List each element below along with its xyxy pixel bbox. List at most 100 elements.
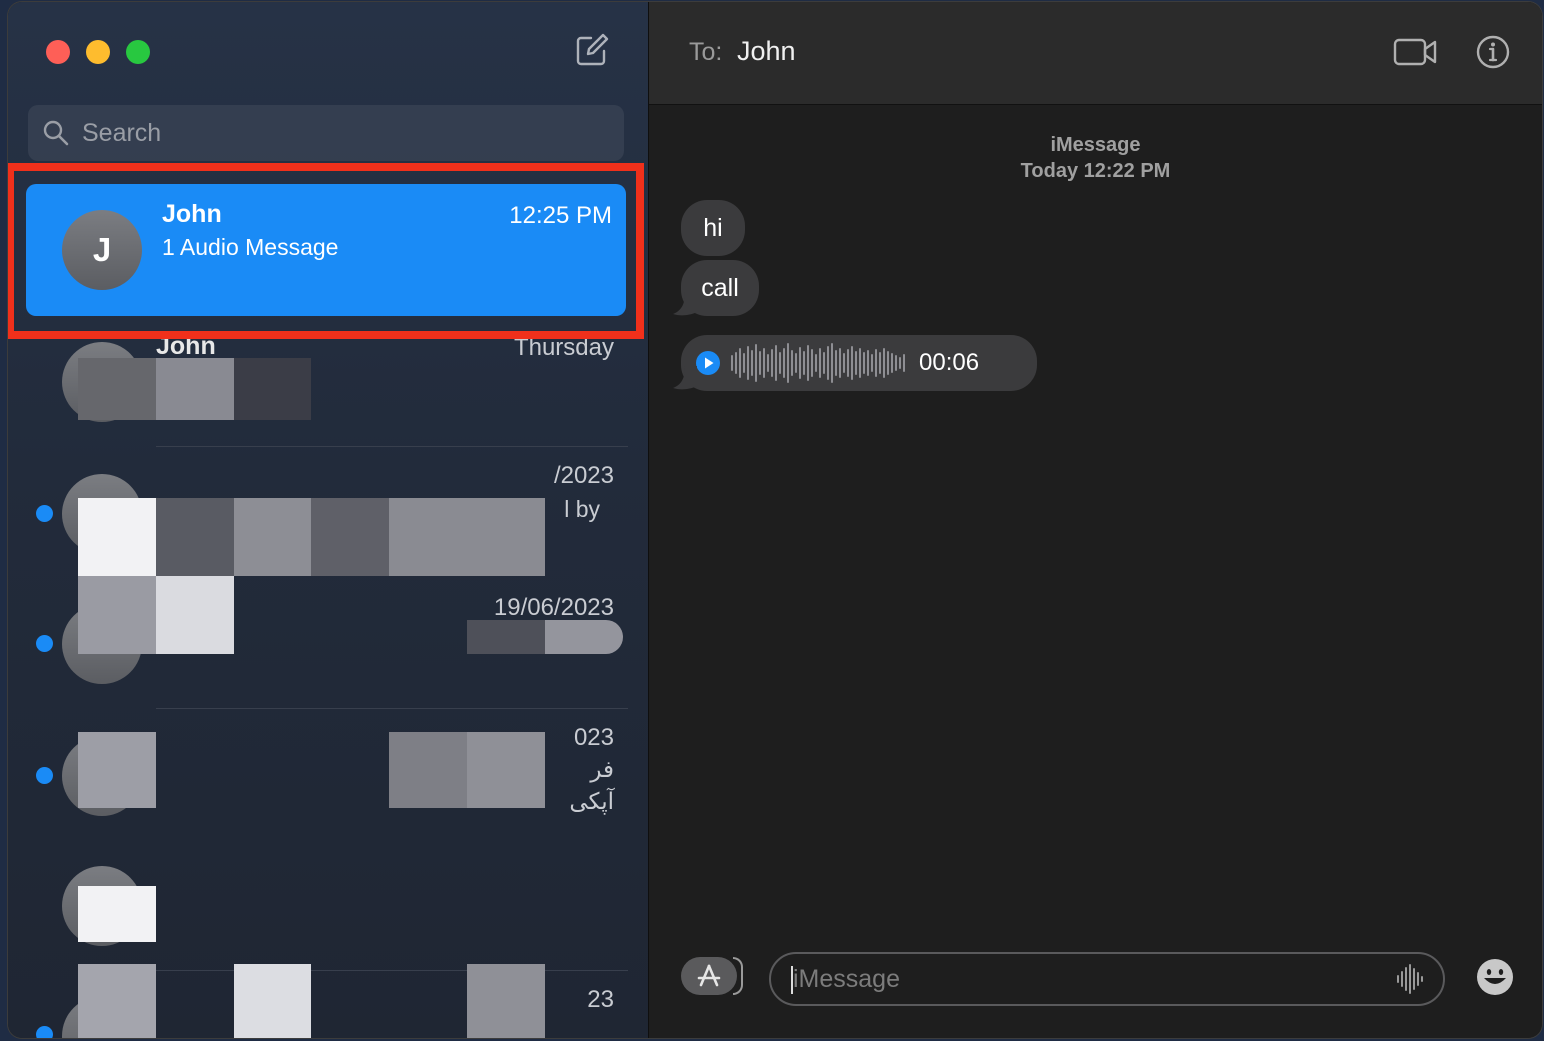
blurred-pixel xyxy=(78,732,156,808)
dictation-icon[interactable] xyxy=(1393,962,1427,996)
conversation-item[interactable]: 023 فر آپکی xyxy=(8,712,648,842)
waveform-bar xyxy=(803,351,805,375)
waveform-bar xyxy=(843,353,845,373)
waveform-bar xyxy=(903,354,905,372)
close-window-button[interactable] xyxy=(46,40,70,64)
waveform-bar xyxy=(735,352,737,374)
waveform-bar xyxy=(879,352,881,374)
blurred-pixel xyxy=(234,498,311,576)
bubble-tail xyxy=(673,292,697,316)
audio-waveform[interactable] xyxy=(731,343,907,383)
waveform-bar xyxy=(883,348,885,378)
recipient-name[interactable]: John xyxy=(737,36,796,67)
search-bar[interactable] xyxy=(28,105,624,161)
conversation-item[interactable]: 23 xyxy=(8,964,648,1038)
conversation-preview: آپکی xyxy=(569,788,614,814)
waveform-bar xyxy=(819,348,821,378)
conversation-preview: l by xyxy=(564,496,600,522)
conversation-time: /2023 xyxy=(553,462,614,489)
info-icon[interactable] xyxy=(1475,34,1511,70)
zoom-window-button[interactable] xyxy=(126,40,150,64)
conversation-timestamp: Today 12:22 PM xyxy=(1020,160,1171,182)
apps-button[interactable] xyxy=(681,957,737,995)
apps-button-edge xyxy=(733,957,743,995)
waveform-bar xyxy=(831,343,833,383)
waveform-bar xyxy=(795,353,797,373)
blurred-pixel xyxy=(234,964,311,1038)
conversation-item[interactable]: John Thursday xyxy=(8,322,648,452)
blurred-pixel xyxy=(78,886,156,942)
to-label: To: xyxy=(689,38,723,66)
waveform-bar xyxy=(755,344,757,382)
waveform-bar xyxy=(751,350,753,376)
waveform-bar xyxy=(875,349,877,377)
conversation-item-selected[interactable]: J John 12:25 PM 1 Audio Message xyxy=(26,184,626,316)
conversation-item[interactable]: /2023 l by xyxy=(8,450,648,580)
message-text: hi xyxy=(703,213,723,242)
blurred-pixel xyxy=(389,732,467,808)
waveform-bar xyxy=(871,354,873,372)
blurred-pixel xyxy=(78,576,156,654)
blurred-pixel xyxy=(545,620,623,654)
message-input[interactable] xyxy=(791,963,1393,995)
text-caret xyxy=(791,966,793,994)
app-store-icon xyxy=(697,964,721,987)
conversation-name: John xyxy=(156,332,216,360)
divider xyxy=(156,970,628,971)
blurred-pixel xyxy=(78,498,156,576)
blurred-pixel xyxy=(311,498,389,576)
divider xyxy=(156,446,628,447)
waveform-bar xyxy=(783,348,785,378)
waveform-bar xyxy=(763,348,765,378)
conversation-preview: فر xyxy=(590,756,614,782)
blurred-pixel xyxy=(156,358,234,420)
waveform-bar xyxy=(731,355,733,371)
video-call-icon[interactable] xyxy=(1393,36,1437,68)
waveform-bar xyxy=(747,346,749,380)
blurred-pixel xyxy=(234,358,311,420)
blurred-pixel xyxy=(156,498,234,576)
message-field[interactable] xyxy=(769,952,1445,1006)
bubble-tail xyxy=(673,366,697,390)
waveform-bar xyxy=(791,350,793,376)
blurred-pixel xyxy=(156,576,234,654)
search-icon xyxy=(43,120,69,146)
play-icon[interactable] xyxy=(693,348,723,378)
messages-window: J John 12:25 PM 1 Audio Message John Thu… xyxy=(8,2,1542,1038)
waveform-bar xyxy=(775,345,777,381)
waveform-bar xyxy=(851,346,853,380)
emoji-icon[interactable] xyxy=(1475,957,1515,997)
conversation-time: 19/06/2023 xyxy=(493,594,614,621)
waveform-bar xyxy=(807,345,809,381)
waveform-bar xyxy=(839,348,841,378)
blurred-pixel xyxy=(78,358,156,420)
waveform-bar xyxy=(759,351,761,375)
avatar-initial: J xyxy=(92,231,112,268)
minimize-window-button[interactable] xyxy=(86,40,110,64)
blurred-pixel xyxy=(78,964,156,1038)
waveform-bar xyxy=(743,353,745,373)
waveform-bar xyxy=(859,348,861,378)
conversation-meta: iMessage Today 12:22 PM xyxy=(649,132,1542,184)
waveform-bar xyxy=(895,355,897,371)
unread-dot xyxy=(36,767,53,784)
compose-icon[interactable] xyxy=(574,32,610,68)
chat-header: To: John xyxy=(649,2,1542,105)
waveform-bar xyxy=(891,353,893,373)
waveform-bar xyxy=(771,349,773,377)
audio-message-bubble[interactable]: 00:06 xyxy=(681,335,1037,391)
conversation-item[interactable]: 19/06/2023 xyxy=(8,576,648,710)
conversation-item[interactable] xyxy=(8,842,648,972)
waveform-bar xyxy=(811,349,813,377)
blurred-pixel xyxy=(389,498,545,576)
waveform-bar xyxy=(767,354,769,372)
unread-dot xyxy=(36,635,53,652)
conversation-name: John xyxy=(162,200,222,228)
message-bubble[interactable]: hi xyxy=(681,200,745,256)
divider xyxy=(156,708,628,709)
search-input[interactable] xyxy=(80,117,624,149)
waveform-bar xyxy=(887,351,889,375)
sidebar: J John 12:25 PM 1 Audio Message John Thu… xyxy=(8,2,649,1038)
message-text: call xyxy=(701,273,739,302)
waveform-bar xyxy=(823,352,825,374)
